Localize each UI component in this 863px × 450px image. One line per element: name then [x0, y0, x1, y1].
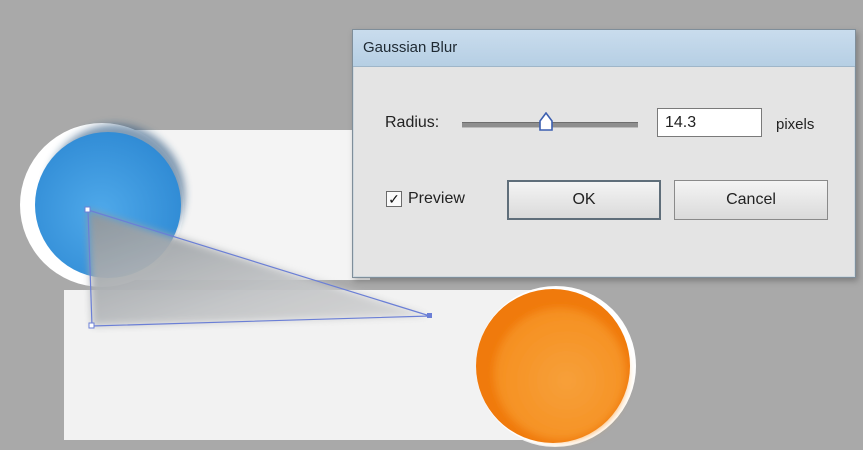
preview-label[interactable]: Preview [408, 190, 465, 208]
anchor-point[interactable] [84, 206, 91, 213]
dialog-title: Gaussian Blur [363, 39, 458, 56]
dialog-titlebar[interactable]: Gaussian Blur [353, 30, 855, 67]
pixels-unit-label: pixels [776, 116, 815, 133]
anchor-point[interactable] [88, 322, 95, 329]
gaussian-blur-dialog: Gaussian Blur Radius: pixels ✓ Preview O… [352, 29, 856, 278]
orange-circle-inner [494, 308, 626, 440]
anchor-point[interactable] [427, 313, 432, 318]
radius-label: Radius: [385, 114, 440, 131]
radius-input[interactable] [657, 108, 762, 137]
slider-thumb-icon[interactable] [538, 112, 554, 132]
ok-button[interactable]: OK [507, 180, 661, 220]
preview-checkbox[interactable]: ✓ [386, 191, 402, 207]
cancel-button[interactable]: Cancel [674, 180, 828, 220]
